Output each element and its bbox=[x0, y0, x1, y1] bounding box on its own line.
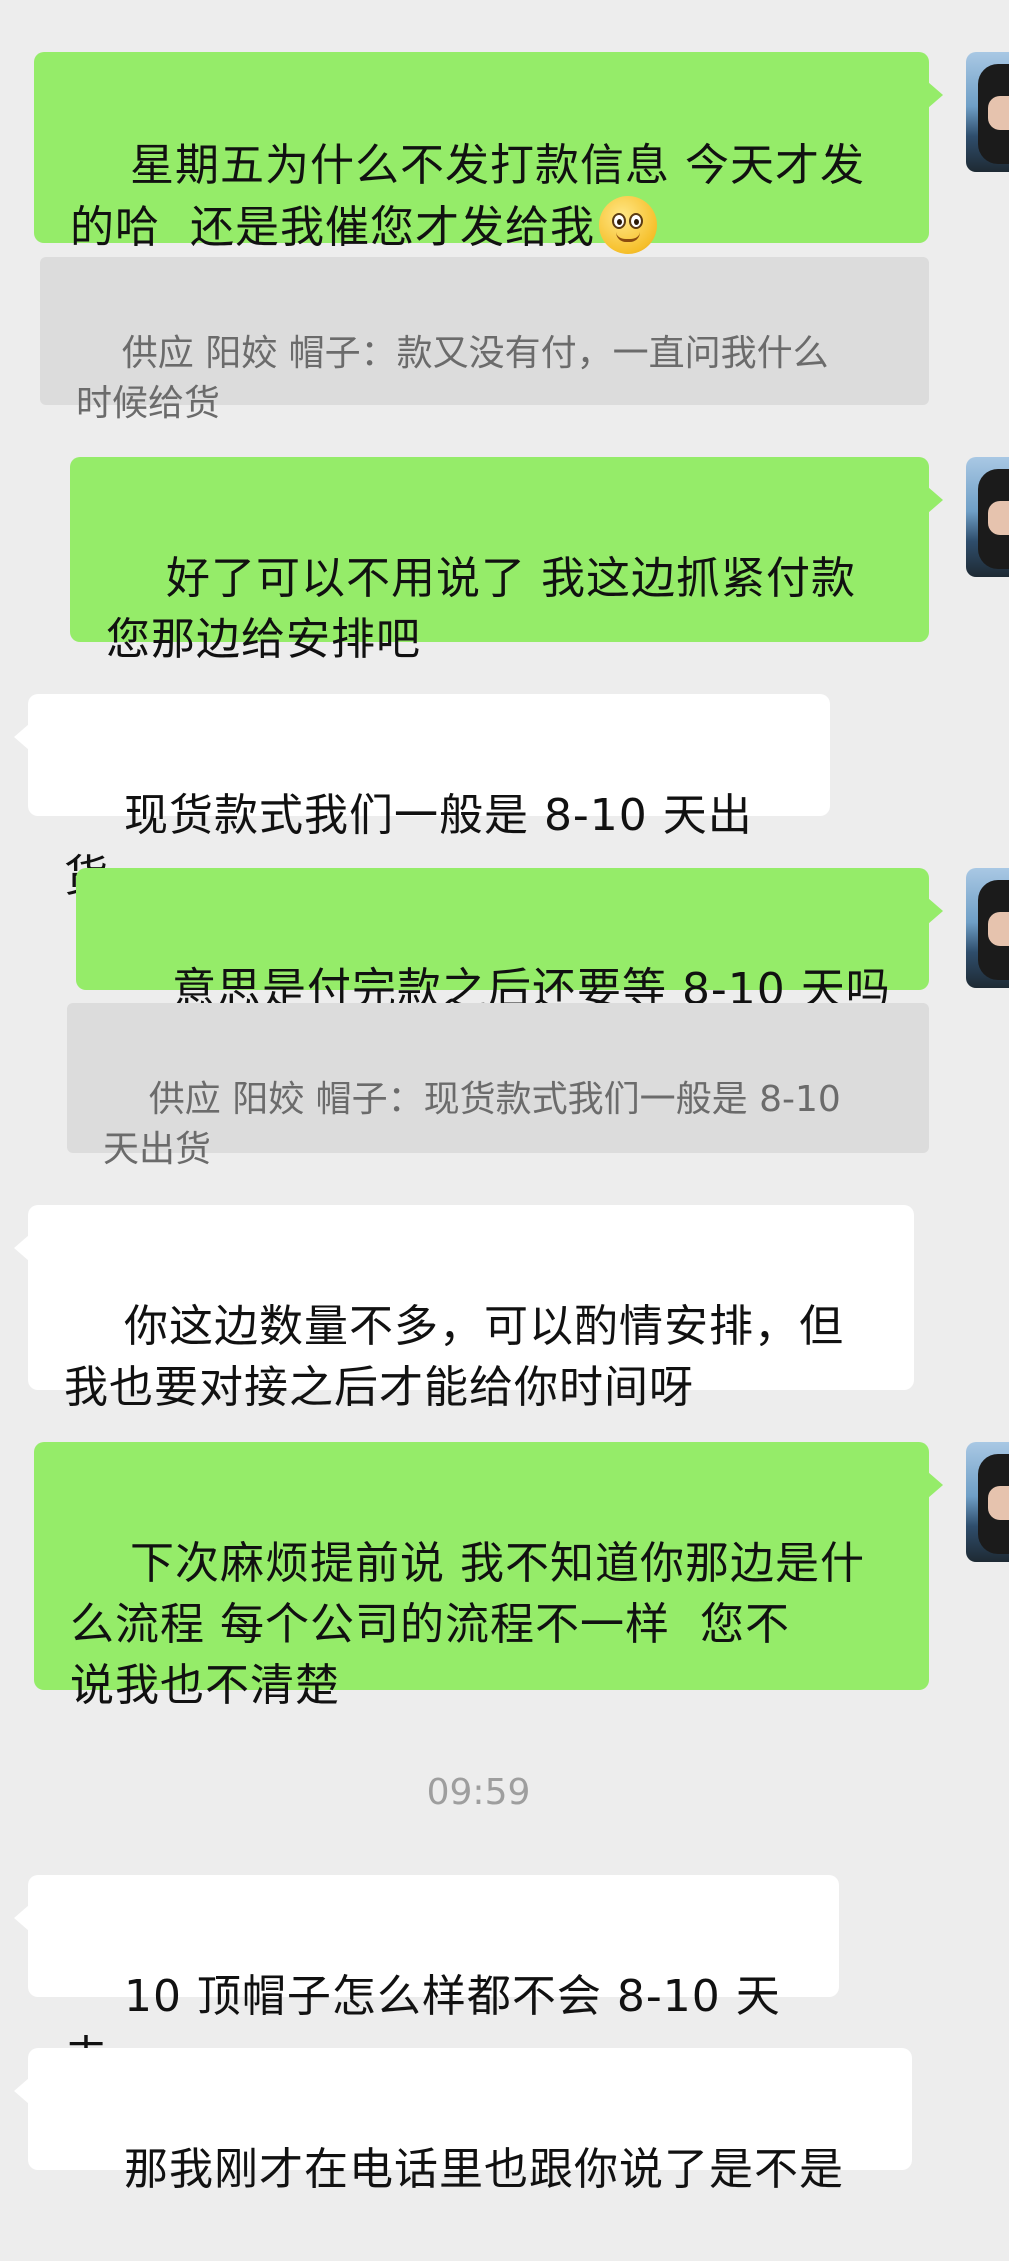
message-text: 那我刚才在电话里也跟你说了是不是 bbox=[123, 2144, 844, 2195]
message-bubble-sent[interactable]: 星期五为什么不发打款信息 今天才发 的哈 还是我催您才发给我 bbox=[34, 52, 943, 254]
avatar[interactable] bbox=[966, 868, 1009, 988]
message-text: 星期五为什么不发打款信息 今天才发 的哈 还是我催您才发给我 bbox=[70, 140, 865, 253]
message-text: 好了可以不用说了 我这边抓紧付款 您那边给安排吧 bbox=[106, 553, 856, 665]
quoted-message[interactable]: 供应 阳姣 帽子：现货款式我们一般是 8-10 天出货 bbox=[67, 1003, 929, 1170]
quoted-message-text: 供应 阳姣 帽子：款又没有付，一直问我什么 时候给货 bbox=[76, 333, 829, 424]
quoted-message[interactable]: 供应 阳姣 帽子：款又没有付，一直问我什么 时候给货 bbox=[40, 257, 929, 424]
message-bubble-sent[interactable]: 好了可以不用说了 我这边抓紧付款 您那边给安排吧 bbox=[70, 457, 943, 665]
avatar[interactable] bbox=[966, 1442, 1009, 1562]
avatar[interactable] bbox=[966, 457, 1009, 577]
message-bubble-received[interactable]: 你这边数量不多，可以酌情安排，但 我也要对接之后才能给你时间呀 bbox=[14, 1205, 914, 1413]
message-text: 你这边数量不多，可以酌情安排，但 我也要对接之后才能给你时间呀 bbox=[64, 1301, 844, 1413]
message-timestamp: 09:59 bbox=[426, 1772, 531, 1813]
message-text: 下次麻烦提前说 我不知道你那边是什 么流程 每个公司的流程不一样 您不 说我也不… bbox=[70, 1538, 865, 1711]
avatar[interactable] bbox=[966, 52, 1009, 172]
message-bubble-received[interactable]: 现货款式我们一般是 8-10 天出货 bbox=[14, 694, 830, 902]
message-bubble-received[interactable]: 10 顶帽子怎么样都不会 8-10 天去 bbox=[14, 1875, 839, 2083]
quoted-message-text: 供应 阳姣 帽子：现货款式我们一般是 8-10 天出货 bbox=[103, 1079, 841, 1170]
message-bubble-sent[interactable]: 意思是付完款之后还要等 8-10 天吗 bbox=[76, 868, 943, 1015]
message-bubble-received[interactable]: 那我刚才在电话里也跟你说了是不是 bbox=[14, 2048, 912, 2195]
chat-view: 星期五为什么不发打款信息 今天才发 的哈 还是我催您才发给我 供应 阳姣 帽子：… bbox=[0, 0, 1009, 2195]
message-bubble-sent[interactable]: 下次麻烦提前说 我不知道你那边是什 么流程 每个公司的流程不一样 您不 说我也不… bbox=[34, 1442, 943, 1711]
smile-emoji-icon bbox=[598, 196, 657, 254]
